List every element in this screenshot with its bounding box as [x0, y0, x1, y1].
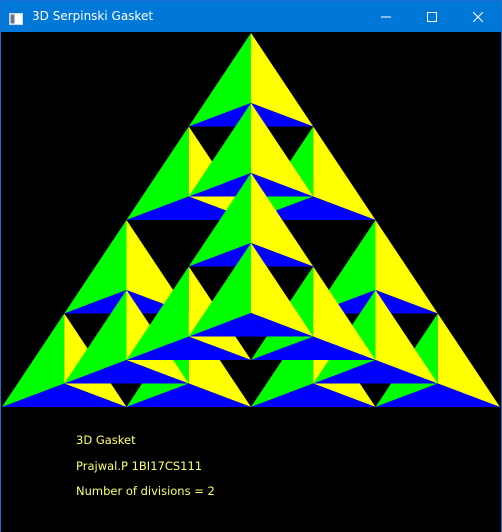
info-title: 3D Gasket: [76, 433, 136, 447]
title-bar[interactable]: 3D Serpinski Gasket: [1, 1, 501, 32]
gl-viewport[interactable]: 3D Gasket Prajwal.P 1BI17CS111 Number of…: [1, 32, 501, 532]
info-author: Prajwal.P 1BI17CS111: [76, 459, 203, 473]
window-title: 3D Serpinski Gasket: [32, 9, 154, 23]
sierpinski-gasket: [2, 33, 500, 407]
minimize-icon: [381, 16, 391, 17]
minimize-button[interactable]: [363, 1, 409, 32]
info-divisions: Number of divisions = 2: [76, 484, 215, 498]
maximize-button[interactable]: [409, 1, 455, 32]
window-icon: [9, 10, 23, 25]
app-window: 3D Serpinski Gasket 3D Gasket Prajwal.P …: [0, 0, 502, 532]
close-icon: [473, 11, 483, 22]
close-button[interactable]: [455, 1, 501, 32]
maximize-icon: [427, 11, 437, 22]
